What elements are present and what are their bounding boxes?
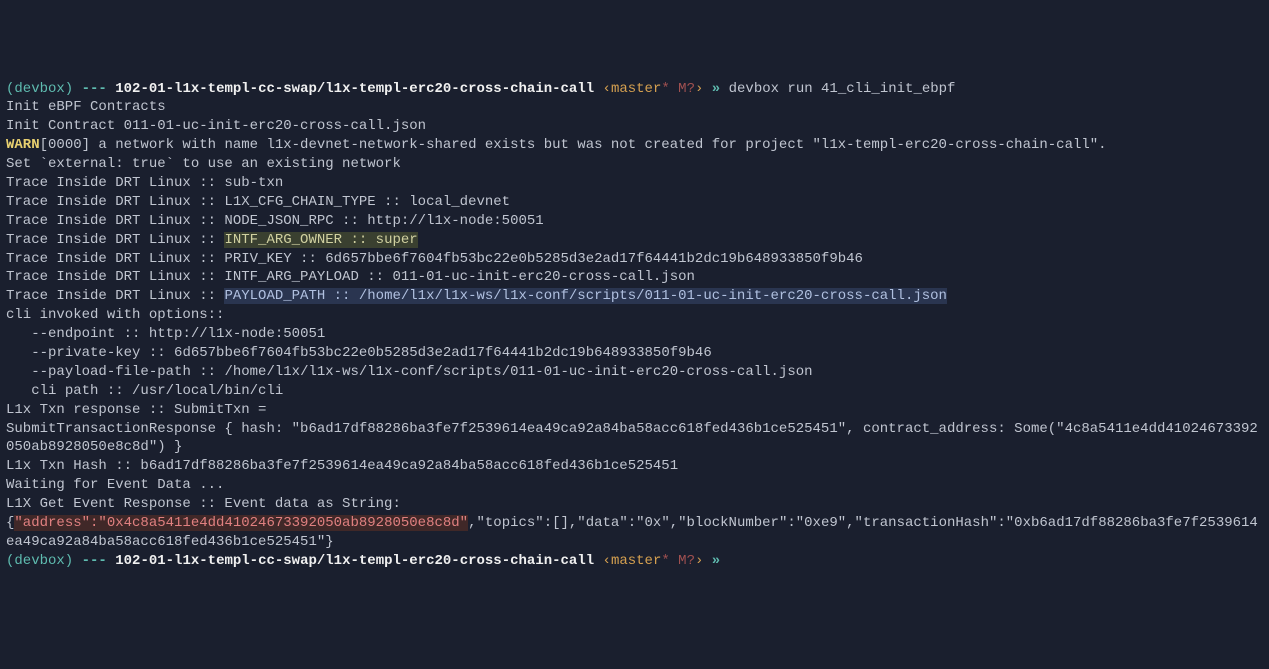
dashes: --- xyxy=(82,553,107,569)
trace-line: Trace Inside DRT Linux :: INTF_ARG_OWNER… xyxy=(6,231,1263,250)
output-line: cli path :: /usr/local/bin/cli xyxy=(6,382,1263,401)
trace-line: Trace Inside DRT Linux :: L1X_CFG_CHAIN_… xyxy=(6,193,1263,212)
event-line: {"address":"0x4c8a5411e4dd41024673392050… xyxy=(6,514,1263,552)
output-line: --payload-file-path :: /home/l1x/l1x-ws/… xyxy=(6,363,1263,382)
prompt-symbol: » xyxy=(712,81,720,97)
output-line: Init Contract 011-01-uc-init-erc20-cross… xyxy=(6,117,1263,136)
trace-line: Trace Inside DRT Linux :: PAYLOAD_PATH :… xyxy=(6,287,1263,306)
output-line: L1X Get Event Response :: Event data as … xyxy=(6,495,1263,514)
env-label: (devbox) xyxy=(6,81,73,97)
trace-line: Trace Inside DRT Linux :: sub-txn xyxy=(6,174,1263,193)
prompt-line-1: (devbox) --- 102-01-l1x-templ-cc-swap/l1… xyxy=(6,80,1263,99)
branch-marks: * M? xyxy=(661,81,695,97)
cwd-path: 102-01-l1x-templ-cc-swap/l1x-templ-erc20… xyxy=(115,81,594,97)
dashes: --- xyxy=(82,81,107,97)
highlight-payload-path: PAYLOAD_PATH :: /home/l1x/l1x-ws/l1x-con… xyxy=(224,288,947,304)
branch-close: › xyxy=(695,81,703,97)
prompt-line-2: (devbox) --- 102-01-l1x-templ-cc-swap/l1… xyxy=(6,552,1263,571)
output-line: L1x Txn response :: SubmitTxn = xyxy=(6,401,1263,420)
highlight-address: "address":"0x4c8a5411e4dd41024673392050a… xyxy=(14,515,468,531)
output-line: Set `external: true` to use an existing … xyxy=(6,155,1263,174)
output-line: --private-key :: 6d657bbe6f7604fb53bc22e… xyxy=(6,344,1263,363)
trace-line: Trace Inside DRT Linux :: NODE_JSON_RPC … xyxy=(6,212,1263,231)
branch-open: ‹ xyxy=(603,81,611,97)
warn-label: WARN xyxy=(6,137,40,153)
command-text: devbox run 41_cli_init_ebpf xyxy=(729,81,956,97)
highlight-owner: INTF_ARG_OWNER :: super xyxy=(224,232,417,248)
branch-close: › xyxy=(695,553,703,569)
trace-line: Trace Inside DRT Linux :: PRIV_KEY :: 6d… xyxy=(6,250,1263,269)
branch-name: master xyxy=(611,81,661,97)
branch-open: ‹ xyxy=(603,553,611,569)
env-label: (devbox) xyxy=(6,553,73,569)
warn-line: WARN[0000] a network with name l1x-devne… xyxy=(6,136,1263,155)
output-line: Waiting for Event Data ... xyxy=(6,476,1263,495)
output-line: cli invoked with options:: xyxy=(6,306,1263,325)
trace-line: Trace Inside DRT Linux :: INTF_ARG_PAYLO… xyxy=(6,268,1263,287)
branch-marks: * M? xyxy=(661,553,695,569)
terminal-output[interactable]: (devbox) --- 102-01-l1x-templ-cc-swap/l1… xyxy=(6,80,1263,571)
prompt-symbol: » xyxy=(712,553,720,569)
cwd-path: 102-01-l1x-templ-cc-swap/l1x-templ-erc20… xyxy=(115,553,594,569)
output-line: SubmitTransactionResponse { hash: "b6ad1… xyxy=(6,420,1263,458)
warn-text: [0000] a network with name l1x-devnet-ne… xyxy=(40,137,1107,153)
branch-name: master xyxy=(611,553,661,569)
output-line: --endpoint :: http://l1x-node:50051 xyxy=(6,325,1263,344)
output-line: Init eBPF Contracts xyxy=(6,98,1263,117)
output-line: L1x Txn Hash :: b6ad17df88286ba3fe7f2539… xyxy=(6,457,1263,476)
